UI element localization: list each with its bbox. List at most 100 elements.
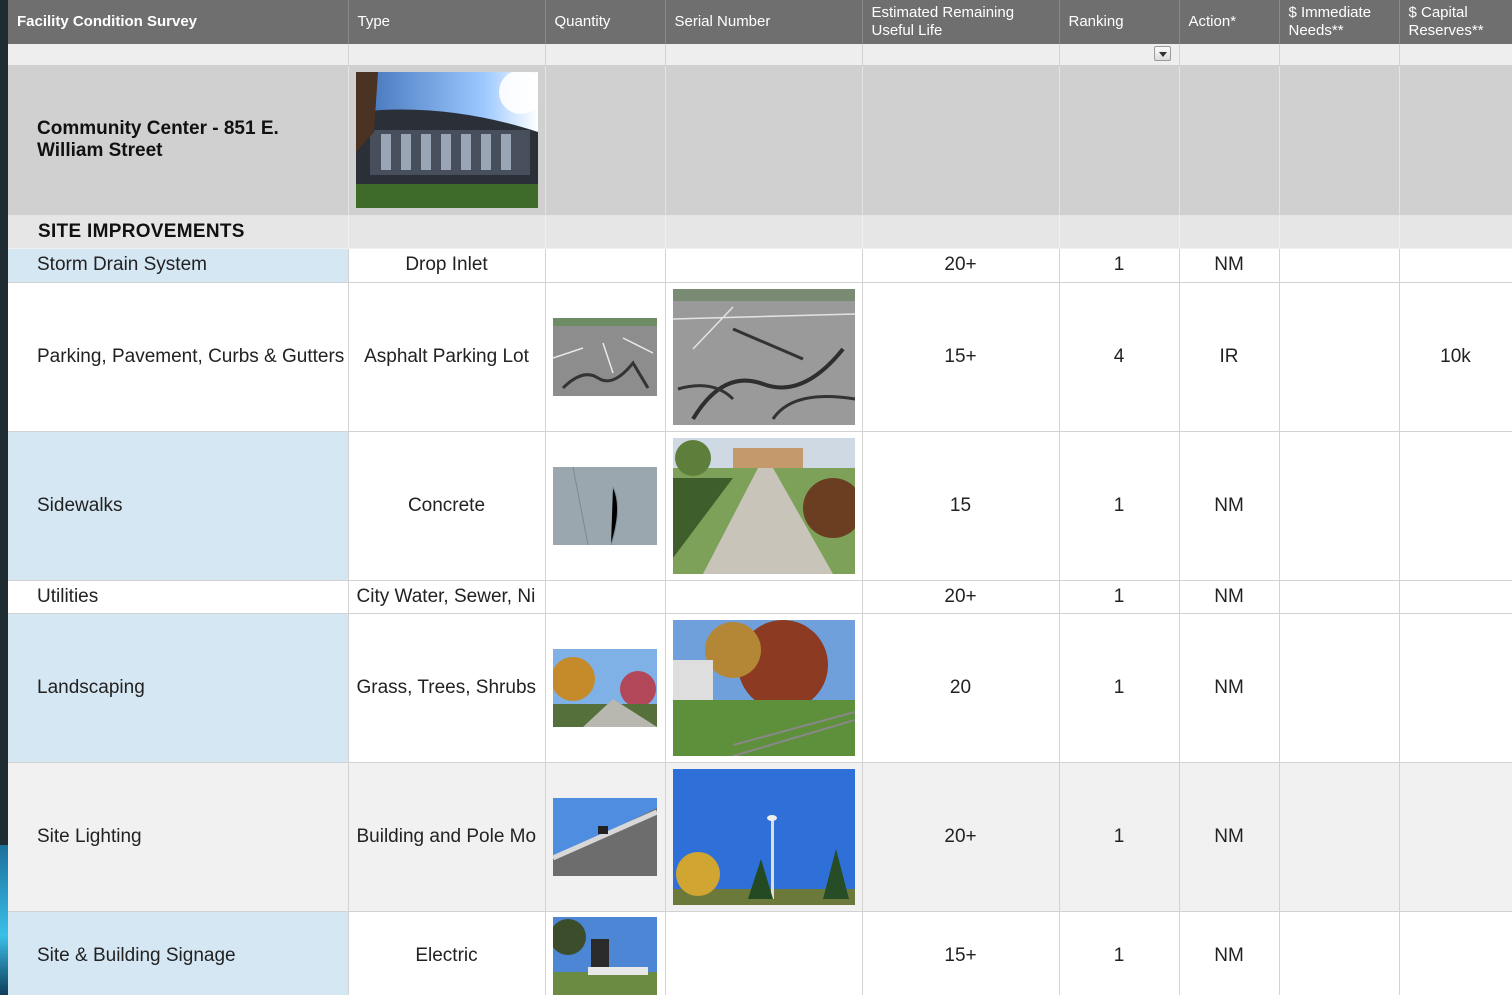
capital-cell[interactable]	[1399, 431, 1512, 581]
facility-photo-cell[interactable]	[348, 65, 546, 216]
action-cell[interactable]: NM	[1179, 762, 1280, 912]
system-cell[interactable]: Parking, Pavement, Curbs & Gutters	[8, 282, 349, 432]
ranking-cell[interactable]: 1	[1059, 248, 1180, 283]
ranking-filter-cell	[1059, 44, 1180, 66]
spreadsheet: Facility Condition Survey Type Quantity …	[8, 0, 1512, 995]
header-useful-life[interactable]: Estimated Remaining Useful Life	[862, 0, 1060, 44]
quantity-cell[interactable]	[545, 762, 666, 912]
quantity-cell[interactable]	[545, 282, 666, 432]
life-cell[interactable]: 20+	[862, 762, 1060, 912]
quantity-cell[interactable]	[545, 911, 666, 995]
type-cell[interactable]: Building and Pole Mo	[348, 762, 546, 912]
action-cell[interactable]: NM	[1179, 248, 1280, 283]
capital-cell[interactable]	[1399, 248, 1512, 283]
system-cell[interactable]: Site Lighting	[8, 762, 349, 912]
life-cell[interactable]: 20	[862, 613, 1060, 763]
ranking-cell[interactable]: 1	[1059, 580, 1180, 614]
header-type[interactable]: Type	[348, 0, 546, 44]
serial-cell[interactable]	[665, 282, 863, 432]
table-row: Sidewalks Concrete 15 1 NM	[8, 431, 1512, 581]
immediate-cell[interactable]	[1279, 431, 1400, 581]
header-capital[interactable]: $ Capital Reserves**	[1399, 0, 1512, 44]
system-cell[interactable]: Sidewalks	[8, 431, 349, 581]
immediate-cell[interactable]	[1279, 580, 1400, 614]
ranking-cell[interactable]: 1	[1059, 613, 1180, 763]
capital-cell[interactable]	[1399, 613, 1512, 763]
capital-cell[interactable]	[1399, 762, 1512, 912]
header-quantity[interactable]: Quantity	[545, 0, 666, 44]
type-cell[interactable]: Drop Inlet	[348, 248, 546, 283]
quantity-cell[interactable]	[545, 431, 666, 581]
immediate-cell[interactable]	[1279, 282, 1400, 432]
life-cell[interactable]: 20+	[862, 580, 1060, 614]
quantity-cell[interactable]	[545, 580, 666, 614]
immediate-cell[interactable]	[1279, 911, 1400, 995]
survey-table: Facility Condition Survey Type Quantity …	[8, 0, 1512, 995]
filter-dropdown-icon[interactable]	[1153, 46, 1171, 61]
table-row: Site Lighting Building and Pole Mo 20+ 1…	[8, 762, 1512, 912]
system-cell[interactable]: Landscaping	[8, 613, 349, 763]
capital-cell[interactable]	[1399, 580, 1512, 614]
serial-cell[interactable]	[665, 431, 863, 581]
immediate-cell[interactable]	[1279, 613, 1400, 763]
sidewalk-photo-large	[672, 437, 855, 574]
header-row: Facility Condition Survey Type Quantity …	[8, 0, 1512, 44]
table-row: Storm Drain System Drop Inlet 20+ 1 NM	[8, 248, 1512, 283]
ranking-cell[interactable]: 1	[1059, 762, 1180, 912]
table-row: Parking, Pavement, Curbs & Gutters Aspha…	[8, 282, 1512, 432]
facility-name[interactable]: Community Center - 851 E. William Street	[8, 65, 349, 216]
ranking-cell[interactable]: 1	[1059, 431, 1180, 581]
type-cell[interactable]: Grass, Trees, Shrubs	[348, 613, 546, 763]
landscaping-photo-large	[672, 619, 855, 756]
immediate-cell[interactable]	[1279, 248, 1400, 283]
section-title[interactable]: SITE IMPROVEMENTS	[8, 215, 349, 249]
serial-cell[interactable]	[665, 248, 863, 283]
facility-row: Community Center - 851 E. William Street	[8, 65, 1512, 216]
system-cell[interactable]: Site & Building Signage	[8, 911, 349, 995]
immediate-cell[interactable]	[1279, 762, 1400, 912]
section-row: SITE IMPROVEMENTS	[8, 215, 1512, 249]
presentation-frame: Facility Condition Survey Type Quantity …	[0, 0, 1512, 995]
parking-photo-small	[553, 317, 657, 396]
header-ranking[interactable]: Ranking	[1059, 0, 1180, 44]
ranking-cell[interactable]: 4	[1059, 282, 1180, 432]
action-cell[interactable]: NM	[1179, 580, 1280, 614]
type-cell[interactable]: Electric	[348, 911, 546, 995]
quantity-cell[interactable]	[545, 613, 666, 763]
capital-cell[interactable]: 10k	[1399, 282, 1512, 432]
life-cell[interactable]: 15+	[862, 282, 1060, 432]
serial-cell[interactable]	[665, 613, 863, 763]
header-facility[interactable]: Facility Condition Survey	[8, 0, 349, 44]
building-photo	[355, 72, 538, 208]
lighting-photo-small	[553, 797, 657, 876]
serial-cell[interactable]	[665, 911, 863, 995]
action-cell[interactable]: NM	[1179, 613, 1280, 763]
table-row: Utilities City Water, Sewer, Ni 20+ 1 NM	[8, 580, 1512, 614]
action-cell[interactable]: NM	[1179, 431, 1280, 581]
capital-cell[interactable]	[1399, 911, 1512, 995]
action-cell[interactable]: NM	[1179, 911, 1280, 995]
life-cell[interactable]: 15	[862, 431, 1060, 581]
life-cell[interactable]: 20+	[862, 248, 1060, 283]
landscaping-photo-small	[553, 648, 657, 727]
lighting-photo-large	[672, 768, 855, 905]
type-cell[interactable]: City Water, Sewer, Ni	[348, 580, 546, 614]
system-cell[interactable]: Utilities	[8, 580, 349, 614]
sidewalk-photo-small	[553, 466, 657, 545]
system-cell[interactable]: Storm Drain System	[8, 248, 349, 283]
table-row: Site & Building Signage Electric 15+ 1 N…	[8, 911, 1512, 995]
header-serial[interactable]: Serial Number	[665, 0, 863, 44]
ranking-cell[interactable]: 1	[1059, 911, 1180, 995]
type-cell[interactable]: Concrete	[348, 431, 546, 581]
quantity-cell[interactable]	[545, 248, 666, 283]
action-cell[interactable]: IR	[1179, 282, 1280, 432]
serial-cell[interactable]	[665, 580, 863, 614]
header-immediate[interactable]: $ Immediate Needs**	[1279, 0, 1400, 44]
filter-row	[8, 44, 1512, 66]
type-cell[interactable]: Asphalt Parking Lot	[348, 282, 546, 432]
life-cell[interactable]: 15+	[862, 911, 1060, 995]
table-row: Landscaping Grass, Trees, Shrubs 20 1 NM	[8, 613, 1512, 763]
serial-cell[interactable]	[665, 762, 863, 912]
header-action[interactable]: Action*	[1179, 0, 1280, 44]
parking-photo-large	[672, 288, 855, 425]
